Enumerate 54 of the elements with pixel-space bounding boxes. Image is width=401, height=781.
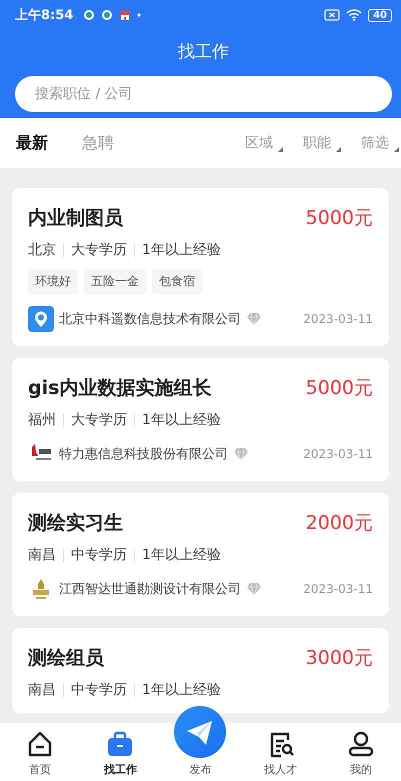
job-info: 福州	[28, 411, 56, 429]
job-info: 大专学历	[71, 411, 127, 429]
salary: 5000元	[306, 376, 373, 401]
diamond-icon	[246, 582, 262, 596]
company-name: 江西智达世通勘测设计有限公司	[59, 581, 241, 598]
diamond-icon	[246, 312, 262, 326]
job-info: 1年以上经验	[142, 546, 221, 564]
post-date: 2023-03-11	[303, 582, 373, 596]
nav-tab[interactable]: 首页	[5, 730, 76, 777]
search-field[interactable]: 搜索职位 / 公司	[15, 76, 392, 112]
dot-icon	[137, 13, 142, 17]
nav-tab[interactable]: 我的	[326, 730, 396, 777]
job-info: 大专学历	[71, 241, 127, 259]
job-title: 测绘实习生	[28, 511, 123, 536]
notification-icon	[101, 9, 114, 21]
benefit-tag: 包食宿	[152, 269, 202, 294]
company-logo	[28, 306, 54, 332]
nav-tab[interactable]: 找工作	[85, 730, 156, 777]
battery-level: 40	[368, 8, 392, 22]
notification-icon	[83, 9, 96, 21]
post-date: 2023-03-11	[303, 447, 373, 461]
job-title: 测绘组员	[28, 646, 104, 671]
page-title: 找工作	[177, 41, 230, 64]
status-time: 上午8:54	[15, 7, 74, 24]
salary: 2000元	[306, 511, 373, 536]
salary: 3000元	[306, 646, 373, 671]
briefcase-icon	[106, 730, 134, 758]
diamond-icon	[233, 447, 249, 461]
job-card[interactable]: 内业制图员 5000元 北京 大专学历 1年以上经验 环境好 五险一金 包食宿 北京中科遥数信息技术有限公司 2023-03-11	[12, 188, 389, 346]
job-info: 中专学历	[71, 681, 127, 699]
job-info: 1年以上经验	[142, 681, 221, 699]
job-title: 内业制图员	[28, 206, 123, 231]
company-name: 北京中科遥数信息技术有限公司	[59, 311, 241, 328]
benefit-tag: 环境好	[28, 269, 78, 294]
job-card[interactable]: 测绘组员 3000元 南昌 中专学历 1年以上经验	[12, 628, 389, 713]
sim-icon	[324, 9, 340, 21]
store-icon	[119, 9, 132, 21]
job-info: 1年以上经验	[142, 241, 221, 259]
company-name: 特力惠信息科技股份有限公司	[59, 446, 228, 463]
wifi-icon	[346, 9, 362, 21]
job-info: 南昌	[28, 681, 56, 699]
job-info: 北京	[28, 241, 56, 259]
person-icon	[346, 730, 375, 758]
job-info: 1年以上经验	[142, 411, 221, 429]
job-info: 南昌	[28, 546, 56, 564]
benefit-tag: 五险一金	[84, 269, 146, 294]
job-info: 中专学历	[71, 546, 127, 564]
tab[interactable]: 最新	[16, 132, 48, 154]
post-date: 2023-03-11	[303, 312, 373, 326]
job-title: gis内业数据实施组长	[28, 376, 212, 401]
job-card[interactable]: gis内业数据实施组长 5000元 福州 大专学历 1年以上经验 特力惠信息科技股份有限公司 2023-03-11	[12, 358, 389, 481]
salary: 5000元	[306, 206, 373, 231]
nav-tab[interactable]: 找人才	[246, 730, 316, 777]
job-card[interactable]: 测绘实习生 2000元 南昌 中专学历 1年以上经验 江西智达世通勘测设计有限公司 2023-03-11	[12, 493, 389, 616]
